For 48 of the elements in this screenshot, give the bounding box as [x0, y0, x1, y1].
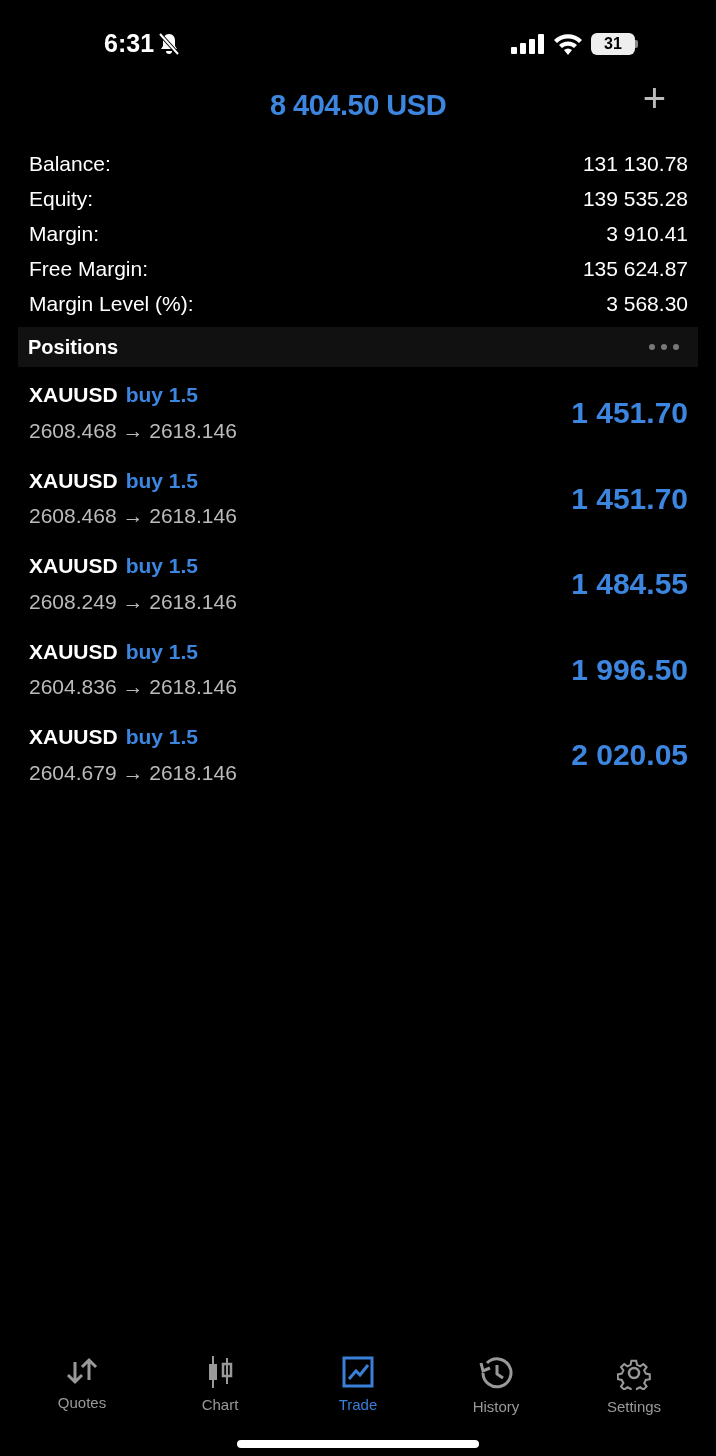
- tab[interactable]: History: [428, 1355, 564, 1418]
- position-symbol: XAUUSD: [29, 638, 118, 665]
- position-prices: 2608.468 → 2618.146: [29, 417, 237, 444]
- status-time: 6:31: [104, 28, 155, 60]
- position-prices: 2608.249 → 2618.146: [29, 588, 237, 615]
- position-profit: 2 020.05: [571, 737, 688, 774]
- tab[interactable]: Quotes: [14, 1355, 150, 1418]
- summary-label: Balance:: [29, 150, 111, 177]
- tab[interactable]: Settings: [566, 1355, 702, 1418]
- more-icon[interactable]: [648, 343, 680, 351]
- add-button[interactable]: +: [642, 78, 666, 118]
- position-prices: 2604.679 → 2618.146: [29, 759, 237, 786]
- summary-label: Margin:: [29, 220, 100, 247]
- position-profit: 1 451.70: [571, 395, 688, 432]
- wifi-icon: [553, 33, 583, 55]
- summary-value: 3 568.30: [606, 290, 688, 317]
- summary-value: 135 624.87: [582, 255, 688, 282]
- position-profit: 1 996.50: [571, 651, 688, 688]
- position-side: buy 1.5: [125, 638, 199, 665]
- bell-muted-icon: [158, 32, 181, 56]
- tab[interactable]: Chart: [152, 1355, 288, 1418]
- position-profit: 1 484.55: [571, 566, 688, 603]
- summary-label: Equity:: [29, 185, 94, 212]
- position-symbol: XAUUSD: [29, 382, 118, 408]
- line-chart-icon: [342, 1355, 374, 1388]
- summary-value: 3 910.41: [606, 220, 688, 247]
- position-side: buy 1.5: [125, 467, 199, 494]
- battery-icon: 31: [591, 33, 638, 55]
- position-side: buy 1.5: [125, 724, 199, 750]
- summary-label: Margin Level (%):: [29, 290, 194, 317]
- section-title: Positions: [28, 335, 118, 360]
- history-icon: [478, 1355, 514, 1390]
- signal-icon: [511, 34, 545, 54]
- position-symbol: XAUUSD: [29, 724, 118, 750]
- position-profit: 1 451.70: [571, 480, 688, 517]
- summary-label: Free Margin:: [29, 255, 149, 282]
- position-prices: 2604.836 → 2618.146: [29, 674, 237, 700]
- position-symbol: XAUUSD: [29, 467, 118, 494]
- position-side: buy 1.5: [125, 382, 199, 408]
- arrows-icon: [65, 1355, 99, 1386]
- position-symbol: XAUUSD: [29, 553, 118, 579]
- position-prices: 2608.468 → 2618.146: [29, 503, 237, 529]
- summary-value: 139 535.28: [582, 185, 688, 212]
- summary-value: 131 130.78: [582, 150, 688, 177]
- candlestick-icon: [207, 1355, 233, 1388]
- tab[interactable]: Trade: [290, 1355, 426, 1418]
- account-profit-title: 8 404.50 USD: [269, 88, 447, 124]
- position-side: buy 1.5: [125, 553, 199, 579]
